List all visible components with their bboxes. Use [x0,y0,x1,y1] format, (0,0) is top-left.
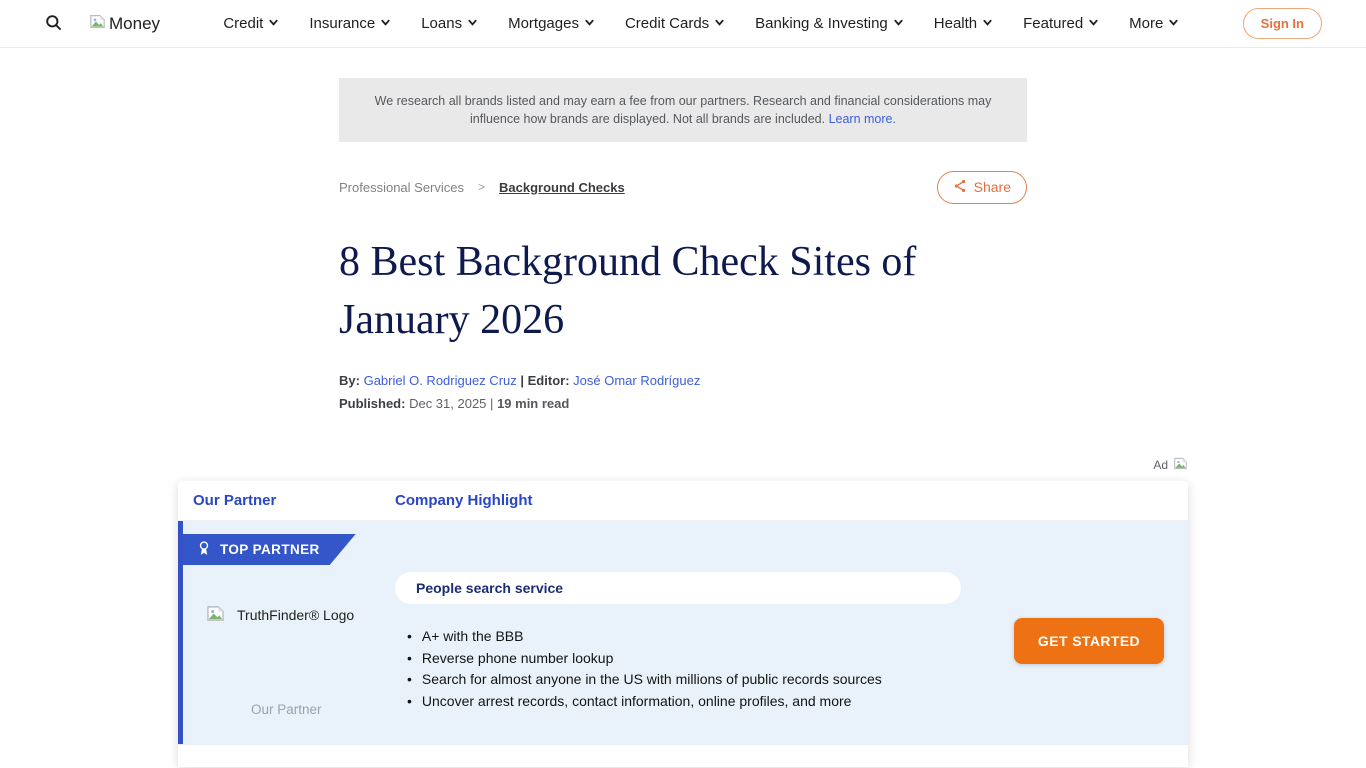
breadcrumb-current[interactable]: Background Checks [499,180,625,195]
broken-image-icon [89,14,106,34]
chevron-down-icon [584,15,595,32]
nav-item-health[interactable]: Health [934,15,993,32]
editor-link[interactable]: José Omar Rodríguez [573,373,700,388]
disclaimer-text: We research all brands listed and may ea… [375,94,992,126]
site-header: Money Credit Insurance Loans Mortgages C… [0,0,1366,48]
medal-icon [197,540,211,560]
chevron-down-icon [893,15,904,32]
read-time: 19 min read [497,396,569,411]
get-started-button[interactable]: GET STARTED [1014,618,1164,664]
author-link[interactable]: Gabriel O. Rodriguez Cruz [364,373,517,388]
published-date: Dec 31, 2025 [409,396,486,411]
nav-item-mortgages[interactable]: Mortgages [508,15,595,32]
main-content: We research all brands listed and may ea… [0,78,1366,767]
editor-label: Editor: [528,373,570,388]
share-label: Share [974,179,1011,195]
top-partner-label: TOP PARTNER [220,542,320,557]
cta-cell: GET STARTED [990,572,1188,712]
nav-item-credit[interactable]: Credit [223,15,279,32]
company-highlight-cell: People search service A+ with the BBB Re… [395,572,990,712]
site-logo[interactable]: Money [89,14,160,34]
partner-table-header: Our Partner Company Highlight [178,481,1188,521]
partner-logo-cell: TruthFinder® Logo [183,572,395,712]
broken-image-icon [1173,457,1188,473]
published-separator: | [490,396,493,411]
nav-item-featured[interactable]: Featured [1023,15,1099,32]
sign-in-button[interactable]: Sign In [1243,8,1322,39]
column-header-our-partner: Our Partner [178,492,395,509]
logo-alt-text: Money [109,14,160,34]
page-title: 8 Best Background Check Sites of January… [339,233,1039,349]
main-nav: Credit Insurance Loans Mortgages Credit … [223,15,1179,32]
partner-caption: Our Partner [251,702,322,717]
partner-logo-alt-text: TruthFinder® Logo [237,607,354,623]
column-header-company-highlight: Company Highlight [395,492,533,509]
by-label: By: [339,373,360,388]
partner-logo: TruthFinder® Logo [206,605,395,625]
share-icon [953,179,967,196]
highlight-category-pill: People search service [395,572,961,604]
published-label: Published: [339,396,405,411]
breadcrumb: Professional Services > Background Check… [339,180,625,195]
search-button[interactable] [44,13,63,35]
chevron-down-icon [467,15,478,32]
nav-item-credit-cards[interactable]: Credit Cards [625,15,725,32]
highlight-bullet: A+ with the BBB [407,626,990,648]
ad-label-row: Ad [178,457,1188,473]
highlight-bullet-list: A+ with the BBB Reverse phone number loo… [407,626,990,712]
byline: By: Gabriel O. Rodriguez Cruz | Editor: … [339,373,1027,388]
disclaimer-banner: We research all brands listed and may ea… [339,78,1027,142]
nav-item-more[interactable]: More [1129,15,1179,32]
next-row-partial [178,744,1188,767]
ad-label: Ad [1153,458,1168,472]
highlight-bullet: Uncover arrest records, contact informat… [407,691,990,713]
chevron-down-icon [1088,15,1099,32]
chevron-down-icon [714,15,725,32]
search-icon [44,13,63,35]
learn-more-link[interactable]: Learn more. [829,112,896,126]
published-line: Published: Dec 31, 2025 | 19 min read [339,396,1027,411]
chevron-down-icon [268,15,279,32]
breadcrumb-parent[interactable]: Professional Services [339,180,464,195]
chevron-down-icon [1168,15,1179,32]
chevron-down-icon [982,15,993,32]
byline-separator: | [520,373,524,388]
partner-table: Our Partner Company Highlight TOP PARTNE… [178,481,1188,767]
highlight-bullet: Search for almost anyone in the US with … [407,669,990,691]
chevron-down-icon [380,15,391,32]
broken-image-icon [206,605,225,625]
top-partner-badge: TOP PARTNER [183,534,356,565]
nav-item-insurance[interactable]: Insurance [309,15,391,32]
nav-item-banking-investing[interactable]: Banking & Investing [755,15,904,32]
share-button[interactable]: Share [937,171,1027,204]
nav-item-loans[interactable]: Loans [421,15,478,32]
highlight-bullet: Reverse phone number lookup [407,648,990,670]
breadcrumb-separator: > [478,180,485,194]
partner-row-truthfinder: TOP PARTNER [178,521,1188,744]
